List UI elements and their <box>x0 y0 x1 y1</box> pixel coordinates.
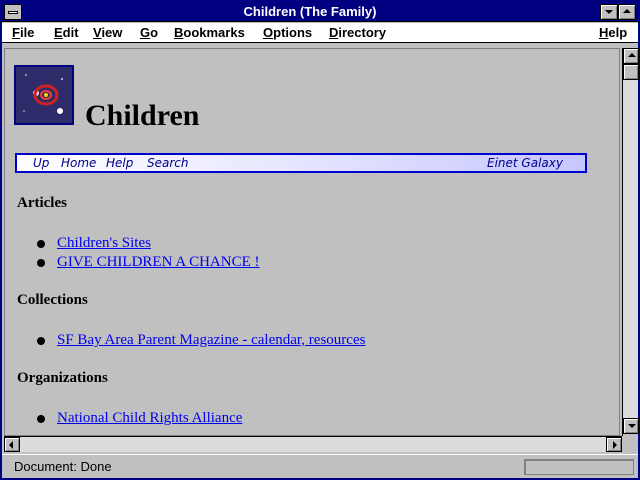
section-heading-collections: Collections <box>17 292 88 308</box>
scrollbar-corner <box>622 436 638 452</box>
galaxy-logo-icon <box>14 65 74 125</box>
bullet-icon <box>37 415 45 423</box>
maximize-icon <box>623 9 631 13</box>
page-content: Children Up Home Help Search Einet Galax… <box>4 48 620 436</box>
menu-options[interactable]: Options <box>263 25 312 40</box>
minimize-button[interactable] <box>600 4 618 20</box>
menu-bar: File Edit View Go Bookmarks Options Dire… <box>2 23 638 43</box>
link-childrens-sites[interactable]: Children's Sites <box>57 235 151 252</box>
vertical-scroll-track[interactable] <box>623 80 638 420</box>
system-menu-icon[interactable] <box>4 4 22 20</box>
scroll-up-button[interactable] <box>623 48 639 64</box>
nav-bar: Up Home Help Search Einet Galaxy <box>15 153 587 173</box>
title-bar: Children (The Family) <box>2 2 638 22</box>
window-title: Children (The Family) <box>243 4 377 19</box>
link-give-children-a-chance[interactable]: GIVE CHILDREN A CHANCE ! <box>57 254 260 271</box>
status-text: Document: Done <box>14 459 112 474</box>
bullet-icon <box>37 240 45 248</box>
section-heading-organizations: Organizations <box>17 370 108 386</box>
link-sf-bay-area-parent[interactable]: SF Bay Area Parent Magazine - calendar, … <box>57 332 365 349</box>
menu-file[interactable]: File <box>12 25 34 40</box>
bullet-icon <box>37 337 45 345</box>
link-national-child-rights-alliance[interactable]: National Child Rights Alliance <box>57 410 242 427</box>
browser-window: Children (The Family) File Edit View Go … <box>0 0 640 480</box>
nav-home-link[interactable]: Home <box>61 156 96 170</box>
menu-directory[interactable]: Directory <box>329 25 386 40</box>
vertical-scroll-thumb[interactable] <box>623 64 639 80</box>
progress-indicator <box>524 459 634 475</box>
vertical-scrollbar[interactable] <box>622 48 639 436</box>
menu-go[interactable]: Go <box>140 25 158 40</box>
scroll-down-button[interactable] <box>623 418 639 434</box>
section-heading-articles: Articles <box>17 195 67 211</box>
menu-help[interactable]: Help <box>599 25 627 40</box>
menu-view[interactable]: View <box>93 25 122 40</box>
nav-help-link[interactable]: Help <box>106 156 133 170</box>
arrow-left-icon <box>9 441 13 449</box>
maximize-button[interactable] <box>618 4 636 20</box>
scroll-right-button[interactable] <box>606 437 622 452</box>
minimize-icon <box>605 10 613 14</box>
status-bar: Document: Done <box>2 454 638 478</box>
scroll-left-button[interactable] <box>4 437 20 452</box>
arrow-right-icon <box>613 441 617 449</box>
bullet-icon <box>37 259 45 267</box>
arrow-up-icon <box>628 53 636 57</box>
nav-search-link[interactable]: Search <box>147 156 189 170</box>
horizontal-scrollbar[interactable] <box>4 436 622 452</box>
menu-bookmarks[interactable]: Bookmarks <box>174 25 245 40</box>
nav-up-link[interactable]: Up <box>33 156 49 170</box>
nav-einet-galaxy-link[interactable]: Einet Galaxy <box>487 156 563 170</box>
page-title: Children <box>85 99 200 132</box>
menu-edit[interactable]: Edit <box>54 25 79 40</box>
arrow-down-icon <box>628 424 636 428</box>
